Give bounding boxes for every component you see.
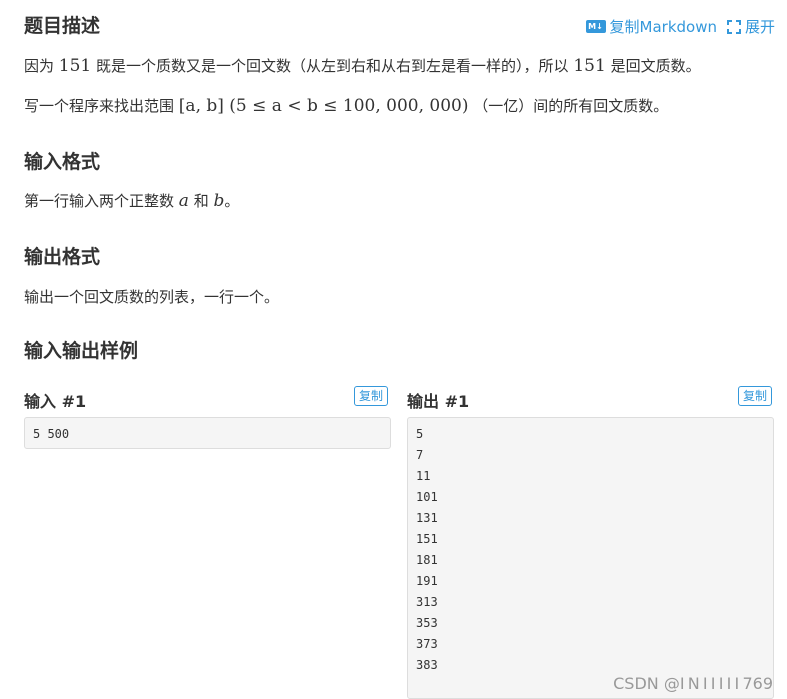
format-text: 。 <box>224 192 240 210</box>
expand-label: 展开 <box>744 18 775 36</box>
input-format-text: 第一行输入两个正整数 a 和 b。 <box>24 190 239 212</box>
code-line: 353 <box>416 616 438 630</box>
page-title: 题目描述 <box>24 15 101 37</box>
copy-markdown-button[interactable]: M↓ 复制Markdown <box>585 16 717 37</box>
code-line: 101 <box>416 490 438 504</box>
code-line: 181 <box>416 553 438 567</box>
code-line: 131 <box>416 511 438 525</box>
code-line: 191 <box>416 574 438 588</box>
code-line: 5 <box>416 427 424 441</box>
header-actions: M↓ 复制Markdown 展开 <box>585 16 775 37</box>
description-paragraph-1: 因为 151 既是一个质数又是一个回文数（从左到右和从右到左是看一样的），所以 … <box>24 55 701 77</box>
code-line: 383 <box>416 658 438 672</box>
samples-title: 输入输出样例 <box>24 340 139 362</box>
expand-button[interactable]: 展开 <box>726 16 775 37</box>
sample-input-label: 输入 #1 <box>24 392 87 411</box>
description-paragraph-2: 写一个程序来找出范围 [a, b] (5 ≤ a < b ≤ 100, 000,… <box>24 95 668 117</box>
code-line: 5 500 <box>33 427 70 441</box>
copy-markdown-label: 复制Markdown <box>609 18 717 36</box>
copy-input-button[interactable]: 复制 <box>354 386 389 406</box>
math-range: [a, b] (5 ≤ a < b ≤ 100, 000, 000) <box>178 96 469 116</box>
math-number: 151 <box>58 56 92 76</box>
format-text: 第一行输入两个正整数 <box>24 192 175 210</box>
sample-input-box[interactable]: 5 500 <box>24 417 391 449</box>
desc-text: 既是一个质数又是一个回文数（从左到右和从右到左是看一样的），所以 <box>96 57 569 75</box>
code-line: 373 <box>416 637 438 651</box>
sample-output-box[interactable]: 5 7 11 101 131 151 181 191 313 353 373 383 <box>407 417 774 699</box>
output-format-title: 输出格式 <box>24 246 101 268</box>
math-var-b: b <box>213 191 225 211</box>
copy-output-button[interactable]: 复制 <box>738 386 773 406</box>
output-format-text: 输出一个回文质数的列表，一行一个。 <box>24 288 280 306</box>
code-line: 7 <box>416 448 424 462</box>
sample-input-content: 5 500 <box>33 424 382 445</box>
sample-output-label: 输出 #1 <box>407 392 470 411</box>
input-format-title: 输入格式 <box>24 151 101 173</box>
watermark: CSDN @I N I I I I I 769 <box>613 674 773 693</box>
desc-text: 写一个程序来找出范围 <box>24 97 175 115</box>
markdown-icon: M↓ <box>585 20 606 33</box>
desc-text: （一亿）间的所有回文质数。 <box>473 97 669 115</box>
desc-text: 因为 <box>24 57 55 75</box>
expand-icon <box>726 19 741 34</box>
format-text: 和 <box>193 192 209 210</box>
desc-text: 是回文质数。 <box>610 57 701 75</box>
math-var-a: a <box>178 191 189 211</box>
code-line: 151 <box>416 532 438 546</box>
code-line: 11 <box>416 469 431 483</box>
sample-output-content: 5 7 11 101 131 151 181 191 313 353 373 383 <box>416 424 765 676</box>
math-number: 151 <box>573 56 606 76</box>
code-line: 313 <box>416 595 438 609</box>
